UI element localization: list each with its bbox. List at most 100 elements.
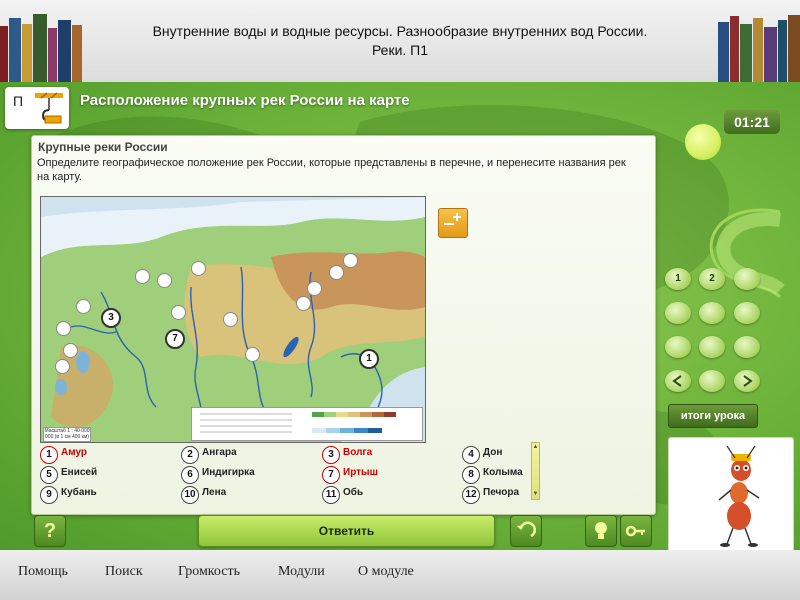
slide-title: Внутренние воды и водные ресурсы. Разноо… xyxy=(110,22,690,60)
scroll-up-icon[interactable]: ▲ xyxy=(532,443,539,451)
map-drop-slot[interactable] xyxy=(307,281,322,296)
russia-map[interactable]: 3 7 1 Масштаб 1: 40 000 000 (в 1 см 400… xyxy=(40,196,426,443)
map-drop-slot[interactable] xyxy=(191,261,206,276)
book-decoration xyxy=(730,16,739,82)
river-list-item[interactable]: 5 Енисей xyxy=(40,466,170,484)
panel-instruction: Определите географическое положение рек … xyxy=(37,157,626,183)
river-label: Колыма xyxy=(483,467,523,478)
key-icon xyxy=(625,525,645,537)
map-drop-slot[interactable] xyxy=(63,343,78,358)
next-slide-button[interactable] xyxy=(734,370,760,392)
menu-item-search[interactable]: Поиск xyxy=(105,564,143,580)
river-list-item[interactable]: 2 Ангара xyxy=(181,446,311,464)
river-list-item[interactable]: 12 Печора xyxy=(462,486,527,504)
slide-button-2[interactable]: 2 xyxy=(699,268,725,290)
lesson-results-button[interactable]: итоги урока xyxy=(668,404,758,428)
river-list-item[interactable]: 4 Дон xyxy=(462,446,527,464)
river-number: 5 xyxy=(40,466,58,484)
map-legend-swatches xyxy=(200,412,396,433)
answer-button[interactable]: Ответить xyxy=(198,515,495,547)
river-number: 4 xyxy=(462,446,480,464)
undo-button[interactable] xyxy=(510,515,542,547)
lightbulb-icon xyxy=(595,522,607,539)
slide-button-empty[interactable] xyxy=(665,302,691,324)
content-panel: Крупные реки России Определите географич… xyxy=(31,135,656,515)
menu-item-about-module[interactable]: О модуле xyxy=(358,564,414,580)
menu-item-help[interactable]: Помощь xyxy=(18,564,68,580)
map-drop-slot[interactable] xyxy=(135,269,150,284)
help-button[interactable]: ? xyxy=(34,515,66,547)
map-drop-slot[interactable] xyxy=(157,273,172,288)
river-list-item[interactable]: 10 Лена xyxy=(181,486,311,504)
book-decoration xyxy=(753,18,763,82)
hint-button[interactable] xyxy=(585,515,617,547)
slide-button-empty[interactable] xyxy=(699,370,725,392)
prev-slide-button[interactable] xyxy=(665,370,691,392)
slide-button-empty[interactable] xyxy=(699,336,725,358)
river-list-item[interactable]: 8 Колыма xyxy=(462,466,527,484)
river-number: 11 xyxy=(322,486,340,504)
river-number: 3 xyxy=(322,446,340,464)
river-label: Ангара xyxy=(202,447,237,458)
map-scale: Масштаб 1 : 40 000 000 (в 1 см 400 км) xyxy=(43,427,91,442)
task-icon-box: П xyxy=(5,87,69,129)
menu-item-volume[interactable]: Громкость xyxy=(178,564,240,580)
map-drop-slot[interactable] xyxy=(55,359,70,374)
menu-item-modules[interactable]: Модули xyxy=(278,564,325,580)
zoom-plus-icon xyxy=(456,213,458,221)
book-decoration xyxy=(718,22,729,82)
book-decoration xyxy=(72,25,82,82)
river-list-scrollbar[interactable]: ▲ ▼ xyxy=(531,442,540,500)
phone-decoration xyxy=(709,208,785,299)
river-list-item[interactable]: 7 Иртыш xyxy=(322,466,452,484)
panel-title: Крупные реки России xyxy=(38,140,168,154)
map-marker-river[interactable]: 1 xyxy=(359,349,379,369)
river-number: 1 xyxy=(40,446,58,464)
river-number: 12 xyxy=(462,486,480,504)
zoom-minus-icon xyxy=(444,223,454,225)
river-list-item[interactable]: 9 Кубань xyxy=(40,486,170,504)
map-marker-river[interactable]: 7 xyxy=(165,329,185,349)
river-list-item[interactable]: 6 Индигирка xyxy=(181,466,311,484)
river-number: 7 xyxy=(322,466,340,484)
book-decoration xyxy=(9,18,21,82)
river-number: 9 xyxy=(40,486,58,504)
river-label: Иртыш xyxy=(343,467,378,478)
river-list-item[interactable]: 11 Обь xyxy=(322,486,452,504)
river-label: Дон xyxy=(483,447,503,458)
map-drop-slot[interactable] xyxy=(329,265,344,280)
river-number: 2 xyxy=(181,446,199,464)
river-number: 6 xyxy=(181,466,199,484)
key-button[interactable] xyxy=(620,515,652,547)
slide-button-empty[interactable] xyxy=(734,268,760,290)
mascot-box xyxy=(668,437,794,550)
next-arrow-icon xyxy=(743,375,753,387)
river-label: Амур xyxy=(61,447,88,458)
book-decoration xyxy=(22,24,32,82)
slide-button-1[interactable]: 1 xyxy=(665,268,691,290)
task-letter: П xyxy=(13,93,24,109)
map-drop-slot[interactable] xyxy=(296,296,311,311)
slide-button-empty[interactable] xyxy=(665,336,691,358)
map-drop-slot[interactable] xyxy=(76,299,91,314)
map-drop-slot[interactable] xyxy=(245,347,260,362)
zoom-button[interactable] xyxy=(438,208,468,238)
slide-button-empty[interactable] xyxy=(734,336,760,358)
map-marker-river[interactable]: 3 xyxy=(101,308,121,328)
slide-button-empty[interactable] xyxy=(734,302,760,324)
map-drop-slot[interactable] xyxy=(56,321,71,336)
scroll-down-icon[interactable]: ▼ xyxy=(532,490,539,498)
book-decoration xyxy=(0,26,8,82)
map-drop-slot[interactable] xyxy=(223,312,238,327)
river-list-item[interactable]: 3 Волга xyxy=(322,446,452,464)
map-drop-slot[interactable] xyxy=(343,253,358,268)
app-frame: П Расположение крупных рек России на кар… xyxy=(0,82,800,550)
river-label: Обь xyxy=(343,487,364,498)
river-label: Лена xyxy=(202,487,227,498)
title-bar: Внутренние воды и водные ресурсы. Разноо… xyxy=(0,0,800,82)
task-header: Расположение крупных рек России на карте xyxy=(80,92,410,109)
slide-button-empty[interactable] xyxy=(699,302,725,324)
slide-title-line2: Реки. П1 xyxy=(371,42,429,58)
map-drop-slot[interactable] xyxy=(171,305,186,320)
river-list-item[interactable]: 1 Амур xyxy=(40,446,170,464)
